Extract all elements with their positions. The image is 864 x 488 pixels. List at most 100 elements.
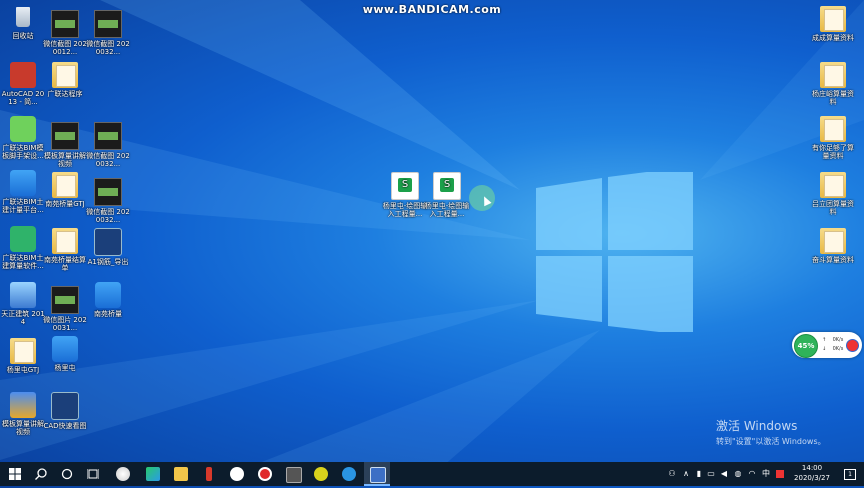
desktop-icon-label: 成成算量资料 — [812, 34, 854, 42]
desktop-icon-label: 杨里屯-绘图输入工程量... — [382, 202, 428, 218]
ime-tool-icon[interactable] — [774, 462, 786, 486]
app-bottle-icon[interactable] — [196, 462, 222, 486]
tray-people-icon[interactable]: ⚇ — [666, 462, 678, 486]
desktop-icon[interactable]: 有你足够了算量资料 — [810, 116, 856, 160]
activate-windows-notice: 激活 Windows 转到"设置"以激活 Windows。 — [716, 417, 826, 447]
bim2014-icon — [10, 282, 36, 308]
desktop-icon-label: 微信截图 2020032... — [86, 152, 130, 168]
task-view-icon[interactable] — [80, 462, 106, 486]
desktop-icon[interactable]: 天正建筑 2014 — [0, 282, 46, 326]
desktop-icon[interactable]: 南苑桥量GTJ — [42, 172, 88, 208]
desktop-icon[interactable]: 广联达BIM模板脚手架设... — [0, 116, 46, 160]
desktop-icon[interactable]: 广联达程序 — [42, 62, 88, 98]
clock-date: 2020/3/27 — [794, 474, 830, 482]
desktop-icon-label: 天正建筑 2014 — [1, 310, 45, 326]
cadtile-icon — [51, 392, 79, 420]
app-avatar-icon[interactable] — [308, 462, 334, 486]
bluetile-icon — [10, 170, 36, 196]
desktop-icon-label: AutoCAD 2013 - 简... — [1, 90, 45, 106]
desktop-icon[interactable]: CAD快速看图 — [42, 392, 88, 430]
app-pinwheel-icon[interactable] — [110, 462, 136, 486]
desktop-icon-label: 南苑桥量 — [94, 310, 122, 318]
desktop-icon-label: 杨庄峪算量资料 — [812, 90, 854, 106]
desktop-icon-label: 广联达BIM土建计量平台... — [2, 198, 44, 214]
desktop-icon[interactable]: 广联达BIM土建算量软件... — [0, 226, 46, 270]
folder-icon — [52, 62, 78, 88]
desktop-icon[interactable]: 杨里屯-绘图输入工程量... — [382, 172, 428, 218]
desktop-icon-label: 奋斗算量资料 — [812, 256, 854, 264]
tray-chevron-icon[interactable]: ∧ — [680, 462, 692, 486]
desktop-icon-label: 模板算量讲解视频 — [2, 420, 44, 436]
taskbar: ⚇ ∧ ▮ ▭ ◀ ◍ ◠ 中 14:00 2020/3/27 1 — [0, 462, 864, 486]
desktop-icon[interactable]: 微信截图 2020032... — [85, 10, 131, 56]
folder-icon — [10, 338, 36, 364]
desktop-icon[interactable]: 广联达BIM土建计量平台... — [0, 170, 46, 214]
desktop-icon[interactable]: 杨庄峪算量资料 — [810, 62, 856, 106]
network-icon[interactable]: ◍ — [732, 462, 744, 486]
desktop-icon-label: 南苑桥量结算单 — [44, 256, 86, 272]
desktop-icon[interactable]: 微信截图 2020032... — [85, 178, 131, 224]
network-speed-widget[interactable]: 45% ↑ 0K/s ↓ 0K/s — [792, 332, 862, 358]
calculator-icon[interactable] — [280, 462, 306, 486]
layers-icon — [10, 392, 36, 418]
folder-icon — [52, 172, 78, 198]
app-green-icon[interactable] — [140, 462, 166, 486]
desktop-icon[interactable]: 杨里屯-绘图输入工程量... — [424, 172, 470, 218]
desktop-icon[interactable]: A1钢筋_导出 — [85, 228, 131, 266]
clock-time: 14:00 — [801, 464, 823, 472]
limetile-icon — [10, 116, 36, 142]
imgthumb-icon — [51, 10, 79, 38]
wechat-icon[interactable] — [224, 462, 250, 486]
desktop-icon[interactable]: 模板算量讲解视频 — [42, 122, 88, 168]
record-icon[interactable] — [252, 462, 278, 486]
desktop-icon[interactable]: 微信截图 2020012... — [42, 10, 88, 56]
start-icon[interactable] — [2, 462, 28, 486]
imgthumb-icon — [51, 122, 79, 150]
folder-icon — [820, 228, 846, 254]
imgthumb-icon — [94, 178, 122, 206]
desktop-icon[interactable]: 微信图片 2020031... — [42, 286, 88, 332]
folder-icon — [820, 172, 846, 198]
imgthumb-icon — [94, 122, 122, 150]
desktop-icon-label: 杨里屯-绘图输入工程量... — [424, 202, 470, 218]
desktop-icon-label: 微信截图 2020032... — [86, 40, 130, 56]
desktop-icon-label: 微信图片 2020031... — [43, 316, 87, 332]
desktop-icon-label: 南苑桥量GTJ — [45, 200, 85, 208]
desktop-icon[interactable]: 回收站 — [0, 4, 46, 40]
wifi-icon[interactable]: ◠ — [746, 462, 758, 486]
desktop-icon[interactable]: 南苑桥量结算单 — [42, 228, 88, 272]
microphone-icon[interactable]: ▮ — [694, 462, 704, 486]
desktop-icon[interactable]: 微信截图 2020032... — [85, 122, 131, 168]
desktop-icon-label: 模板算量讲解视频 — [44, 152, 86, 168]
desktop-icon[interactable]: 模板算量讲解视频 — [0, 392, 46, 436]
desktop-icon[interactable]: AutoCAD 2013 - 简... — [0, 62, 46, 106]
app-blue-globe-icon[interactable] — [336, 462, 362, 486]
notification-center-icon[interactable]: 1 — [842, 462, 858, 486]
windows-logo — [536, 172, 693, 332]
desktop-icon-label: 杨里屯 — [54, 364, 76, 372]
memory-percent: 45% — [794, 334, 818, 358]
greentile-icon — [10, 226, 36, 252]
desktop-icon-label: 吕立团算量资料 — [812, 200, 854, 216]
ime-indicator[interactable]: 中 — [760, 462, 772, 486]
cortana-icon[interactable] — [54, 462, 80, 486]
download-rate: ↓ 0K/s — [822, 346, 844, 352]
battery-icon[interactable]: ▭ — [706, 462, 716, 486]
desktop-icon[interactable]: 吕立团算量资料 — [810, 172, 856, 216]
system-clock[interactable]: 14:00 2020/3/27 — [790, 463, 834, 483]
desktop-icon-label: 广联达BIM模板脚手架设... — [2, 144, 44, 160]
desktop-icon-label: 广联达BIM土建算量软件... — [2, 254, 44, 270]
desktop-icon[interactable]: 南苑桥量 — [85, 282, 131, 318]
desktop-icon-label: CAD快速看图 — [43, 422, 87, 430]
desktop-icon[interactable]: 杨里屯GTJ — [0, 338, 46, 374]
volume-icon[interactable]: ◀ — [718, 462, 730, 486]
desktop-icon[interactable]: 奋斗算量资料 — [810, 228, 856, 264]
search-icon[interactable] — [28, 462, 54, 486]
desktop-icon[interactable]: 成成算量资料 — [810, 6, 856, 42]
file-explorer-icon[interactable] — [168, 462, 194, 486]
activate-title: 激活 Windows — [716, 419, 798, 433]
desktop-icon[interactable]: 杨里屯 — [42, 336, 88, 372]
cadtile-icon — [94, 228, 122, 256]
app-active-window-icon[interactable] — [364, 462, 390, 486]
folder-icon — [820, 6, 846, 32]
